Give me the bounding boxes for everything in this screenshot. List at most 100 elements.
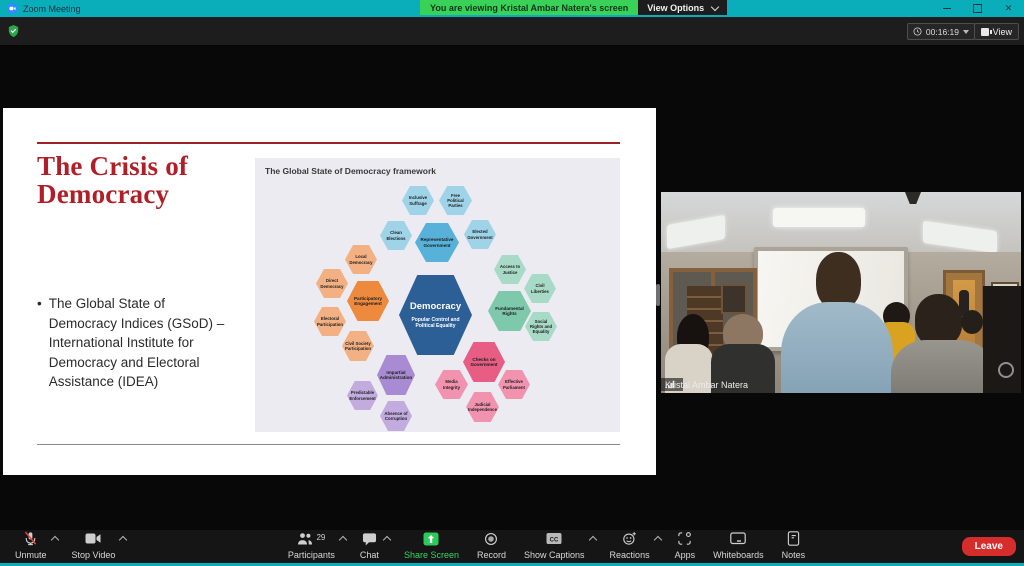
- hex-impartial-administration: Impartial Administration: [377, 355, 415, 395]
- whiteboard-icon: [730, 532, 746, 550]
- hex-democracy-center: DemocracyPopular Control and Political E…: [399, 275, 472, 355]
- hex-inclusive-suffrage: Inclusive Suffrage: [402, 186, 434, 215]
- participants-icon: [297, 532, 313, 551]
- hex-media-integrity: Media Integrity: [435, 370, 468, 399]
- svg-text:CC: CC: [550, 537, 559, 543]
- share-screen-icon: [423, 532, 439, 551]
- hex-participatory-engagement: Participatory Engagement: [347, 281, 389, 321]
- video-camera-icon: [85, 532, 101, 550]
- toolbar-participants-button[interactable]: 29 Participants: [279, 530, 351, 563]
- zoom-logo-icon: [7, 3, 18, 14]
- chevron-up-icon[interactable]: [50, 536, 58, 544]
- toolbar-whiteboards-label: Whiteboards: [713, 550, 764, 560]
- meeting-info-bar: 00:16:19 View: [0, 17, 1024, 45]
- toolbar-whiteboards-button[interactable]: Whiteboards: [704, 530, 773, 563]
- audience-member: [816, 252, 861, 309]
- toolbar-notes-label: Notes: [782, 550, 806, 560]
- window-title: Zoom Meeting: [23, 4, 81, 14]
- view-button[interactable]: View: [974, 23, 1019, 40]
- toolbar-show-captions-label: Show Captions: [524, 550, 585, 560]
- zoom-meeting-window: Zoom Meeting You are viewing Kristal Amb…: [0, 0, 1024, 566]
- chevron-up-icon[interactable]: [339, 536, 347, 544]
- wall-picture: [721, 284, 747, 314]
- reactions-icon: [622, 531, 637, 551]
- hex-civil-liberties: Civil Liberties: [524, 274, 556, 303]
- gsod-framework-diagram: The Global State of Democracy framework …: [255, 158, 620, 432]
- chevron-up-icon[interactable]: [119, 536, 127, 544]
- toolbar-share-screen-label: Share Screen: [404, 550, 459, 560]
- hex-electoral-participation: Electoral Participation: [314, 307, 346, 336]
- clock-icon: [913, 27, 922, 36]
- security-shield-icon[interactable]: [8, 24, 19, 42]
- mic-muted-icon: [23, 531, 38, 551]
- apps-icon: [677, 531, 692, 551]
- notes-icon: [787, 531, 800, 551]
- hex-absence-of-corruption: Absence of Corruption: [380, 401, 412, 431]
- caret-down-icon: [963, 30, 969, 34]
- toolbar-notes-button[interactable]: Notes: [773, 530, 815, 563]
- chevron-up-icon[interactable]: [588, 536, 596, 544]
- hex-social-rights-and-equality: Social Rights and Equality: [525, 312, 557, 341]
- toolbar-record-label: Record: [477, 550, 506, 560]
- slide-top-rule: [37, 142, 620, 144]
- chevron-up-icon[interactable]: [383, 536, 391, 544]
- hex-clean-elections: Clean Elections: [380, 221, 412, 250]
- leave-button[interactable]: Leave: [962, 537, 1016, 556]
- title-bar: Zoom Meeting You are viewing Kristal Amb…: [0, 0, 1024, 17]
- toolbar-share-screen-button[interactable]: Share Screen: [395, 530, 468, 563]
- participant-name-tag: Kristal Ambar Natera: [661, 378, 683, 391]
- toolbar-chat-label: Chat: [360, 550, 379, 560]
- hex-representative-government: Representative Government: [415, 223, 459, 262]
- hex-predictable-enforcement: Predictable Enforcement: [347, 381, 378, 410]
- participant-video-tile[interactable]: Kristal Ambar Natera: [661, 192, 1021, 393]
- participants-count-badge: 29: [316, 533, 325, 542]
- chevron-up-icon[interactable]: [653, 536, 661, 544]
- hex-fundamental-rights: Fundamental Rights: [488, 291, 531, 331]
- audience-member: [915, 294, 962, 346]
- maximize-button[interactable]: [962, 0, 993, 17]
- view-layout-icon: [981, 28, 989, 36]
- toolbar-participants-label: Participants: [288, 550, 335, 560]
- hex-local-democracy: Local Democracy: [345, 245, 377, 274]
- meeting-toolbar: Unmute Stop Video 29 Participants Chat Share…: [0, 530, 1024, 566]
- meeting-timer[interactable]: 00:16:19: [907, 23, 975, 40]
- toolbar-apps-button[interactable]: Apps: [666, 530, 705, 563]
- captions-icon: CC: [546, 532, 562, 550]
- toolbar-unmute-label: Unmute: [15, 550, 47, 560]
- audience-member: [781, 302, 893, 393]
- toolbar-apps-label: Apps: [675, 550, 696, 560]
- hex-civil-society-participation: Civil Society Participation: [342, 331, 374, 361]
- shared-screen-stage: The Crisis of Democracy • The Global Sta…: [0, 45, 1024, 530]
- viewing-screen-banner: You are viewing Kristal Ambar Natera's s…: [420, 0, 638, 15]
- hex-judicial-independence: Judicial Independence: [466, 392, 499, 422]
- view-options-button[interactable]: View Options: [638, 0, 727, 15]
- toolbar-stop-video-label: Stop Video: [72, 550, 116, 560]
- toolbar-record-button[interactable]: Record: [468, 530, 515, 563]
- hex-direct-democracy: Direct Democracy: [316, 269, 348, 298]
- chat-bubble-icon: [362, 532, 377, 551]
- toolbar-show-captions-button[interactable]: CC Show Captions: [515, 530, 601, 563]
- audience-member: [891, 340, 995, 393]
- toolbar-unmute-button[interactable]: Unmute: [6, 530, 63, 563]
- close-button[interactable]: ✕: [993, 0, 1024, 17]
- hex-checks-on-government: Checks on Government: [463, 342, 505, 382]
- hex-elected-government: Elected Government: [464, 220, 496, 249]
- hex-effective-parliament: Effective Parliament: [498, 370, 530, 399]
- diagram-title: The Global State of Democracy framework: [265, 166, 436, 176]
- slide-bullet: • The Global State of Democracy Indices …: [37, 294, 229, 392]
- slide-title: The Crisis of Democracy: [37, 152, 188, 208]
- shared-slide: The Crisis of Democracy • The Global Sta…: [3, 108, 656, 475]
- record-icon: [484, 532, 498, 551]
- ceiling-light: [773, 208, 865, 227]
- audience-member: [961, 310, 983, 334]
- slide-bottom-rule: [37, 444, 620, 445]
- chevron-down-icon: [711, 2, 719, 10]
- minimize-button[interactable]: [931, 0, 962, 17]
- toolbar-chat-button[interactable]: Chat: [351, 530, 395, 563]
- toolbar-reactions-button[interactable]: Reactions: [601, 530, 666, 563]
- panel-drag-handle[interactable]: [656, 284, 660, 306]
- hex-free-political-parties: Free Political Parties: [439, 186, 472, 215]
- toolbar-reactions-label: Reactions: [610, 550, 650, 560]
- video-overlay-icon: [998, 362, 1014, 378]
- toolbar-stop-video-button[interactable]: Stop Video: [63, 530, 132, 563]
